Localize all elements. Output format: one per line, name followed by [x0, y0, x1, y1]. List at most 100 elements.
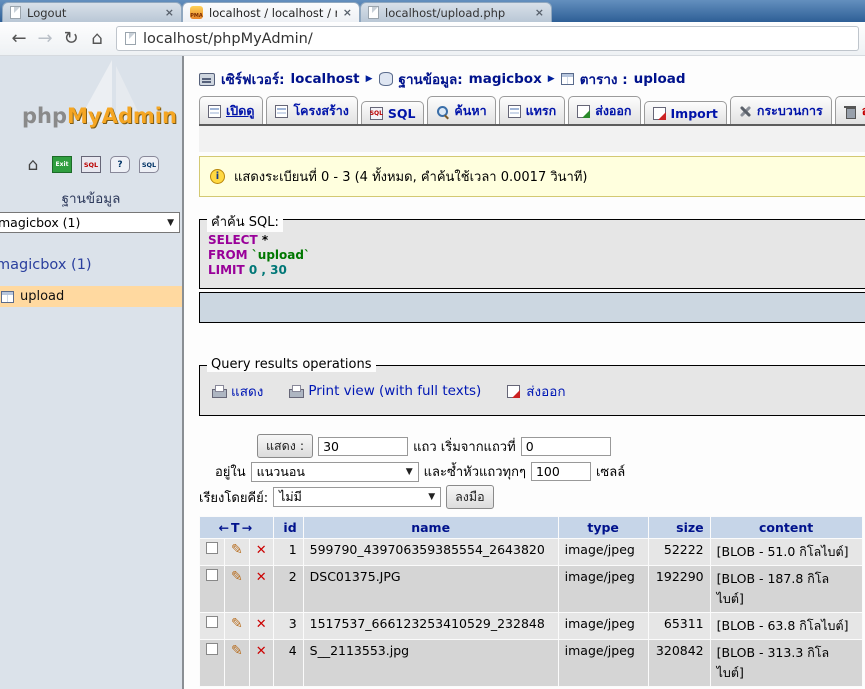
pma-logo: phpMyAdmin — [0, 56, 182, 144]
tab-operations[interactable]: กระบวนการ — [730, 96, 832, 124]
server-icon — [199, 73, 215, 86]
chevron-down-icon: ▼ — [428, 492, 435, 502]
chevron-down-icon: ▼ — [406, 467, 413, 477]
tab-empty[interactable]: ลบข้อมูล — [835, 96, 865, 124]
rows-label: แถว เริ่มจากแถวที่ — [413, 436, 516, 457]
result-info-message: i แสดงระเบียนที่ 0 - 3 (4 ทั้งหมด, คำค้น… — [199, 156, 865, 197]
sort-row: เรียงโดยคีย์: ไม่มี ▼ ลงมือ — [199, 485, 865, 509]
row-checkbox[interactable] — [206, 542, 218, 554]
tab-search[interactable]: ค้นหา — [427, 96, 495, 124]
breadcrumb-separator-icon: ▶ — [548, 74, 555, 84]
edit-icon[interactable]: ✎ — [231, 616, 243, 632]
browser-tab-phpmyadmin[interactable]: PMA localhost / localhost / ma × — [182, 2, 360, 22]
query-ops-legend: Query results operations — [207, 357, 376, 372]
breadcrumb-db-value[interactable]: magicbox — [469, 71, 542, 87]
insert-icon — [508, 105, 521, 118]
forward-icon[interactable]: → — [32, 28, 58, 49]
tab-title: localhost / localhost / ma — [209, 6, 337, 20]
delete-icon[interactable]: ✕ — [256, 644, 267, 659]
database-select[interactable]: magicbox (1) ▼ — [0, 212, 180, 233]
pma-favicon: PMA — [190, 6, 203, 19]
delete-icon[interactable]: ✕ — [256, 543, 267, 558]
mode-select[interactable]: แนวนอน ▼ — [251, 462, 419, 482]
sort-key-select[interactable]: ไม่มี ▼ — [273, 487, 441, 507]
logo-myadmin: MyAdmin — [67, 104, 177, 128]
print-fulltext-link[interactable]: Print view (with full texts) — [289, 383, 481, 399]
printer-icon — [212, 385, 225, 398]
close-icon[interactable]: × — [343, 6, 352, 19]
row-checkbox[interactable] — [206, 616, 218, 628]
address-bar[interactable]: localhost/phpMyAdmin/ — [116, 26, 859, 51]
home-icon[interactable]: ⌂ — [23, 156, 43, 173]
tab-sql[interactable]: SQL SQL — [361, 101, 425, 124]
rows-count-input[interactable] — [318, 437, 408, 456]
query-history-icon[interactable]: SQL — [139, 156, 159, 173]
pagination-row-top: แสดง : แถว เริ่มจากแถวที่ — [257, 434, 865, 458]
table-row: ✎ ✕ 3 1517537_666123253410529_232848 ima… — [200, 613, 863, 640]
row-checkbox[interactable] — [206, 643, 218, 655]
edit-icon[interactable]: ✎ — [231, 542, 243, 558]
sidebar-table-upload[interactable]: upload — [0, 286, 182, 307]
back-icon[interactable]: ← — [6, 28, 32, 49]
close-icon[interactable]: × — [165, 6, 174, 19]
repeat-label: และซ้ำหัวแถวทุกๆ — [424, 461, 526, 482]
show-button[interactable]: แสดง : — [257, 434, 313, 458]
search-icon — [436, 105, 449, 118]
col-name[interactable]: name — [303, 517, 558, 539]
col-type[interactable]: type — [558, 517, 648, 539]
start-row-input[interactable] — [521, 437, 611, 456]
export-link[interactable]: ส่งออก — [507, 380, 565, 402]
tab-insert[interactable]: แทรก — [499, 96, 566, 124]
sort-label: เรียงโดยคีย์: — [199, 487, 268, 508]
tab-export[interactable]: ส่งออก — [568, 96, 640, 124]
browser-toolbar: ← → ↻ ⌂ localhost/phpMyAdmin/ — [0, 22, 865, 56]
go-button[interactable]: ลงมือ — [446, 485, 494, 509]
breadcrumb-server-value[interactable]: localhost — [291, 71, 360, 87]
table-row: ✎ ✕ 1 599790_439706359385554_2643820 ima… — [200, 539, 863, 566]
reload-icon[interactable]: ↻ — [58, 28, 84, 49]
printer-icon — [289, 385, 302, 398]
table-row: ✎ ✕ 2 DSC01375.JPG image/jpeg 192290 [BL… — [200, 566, 863, 613]
edit-icon[interactable]: ✎ — [231, 569, 243, 585]
print-link[interactable]: แสดง — [212, 380, 263, 402]
sql-line-2: FROM `upload` — [208, 248, 865, 263]
export-icon — [507, 385, 520, 398]
col-id[interactable]: id — [273, 517, 303, 539]
database-section-label: ฐานข้อมูล — [0, 187, 182, 209]
table-name: upload — [20, 289, 64, 304]
help-icon[interactable]: ? — [110, 156, 130, 173]
database-select-value: magicbox (1) — [0, 215, 80, 230]
tab-title: localhost/upload.php — [385, 6, 529, 20]
sql-line-3: LIMIT 0 , 30 — [208, 263, 865, 278]
row-checkbox[interactable] — [206, 569, 218, 581]
logo-php: php — [22, 104, 67, 128]
database-link[interactable]: magicbox (1) — [0, 257, 182, 273]
edit-icon[interactable]: ✎ — [231, 643, 243, 659]
breadcrumb-server-label: เซิร์ฟเวอร์: — [221, 68, 285, 90]
browser-tab-logout[interactable]: Logout × — [2, 2, 182, 22]
col-content[interactable]: content — [710, 517, 862, 539]
sql-line-1: SELECT * — [208, 233, 865, 248]
home-icon[interactable]: ⌂ — [84, 28, 110, 49]
tab-import[interactable]: Import — [644, 101, 727, 124]
pma-tab-bar: เปิดดู โครงสร้าง SQL SQL ค้นหา แทรก — [199, 96, 865, 126]
table-row: ✎ ✕ 4 S__2113553.jpg image/jpeg 320842 [… — [200, 640, 863, 687]
repeat-headers-input[interactable] — [531, 462, 591, 481]
mode-label: อยู่ใน — [215, 461, 246, 482]
mode-row-top: อยู่ใน แนวนอน ▼ และซ้ำหัวแถวทุกๆ เซลล์ — [215, 461, 865, 482]
cells-label: เซลล์ — [596, 461, 625, 482]
col-size[interactable]: size — [648, 517, 710, 539]
browser-tab-upload[interactable]: localhost/upload.php × — [360, 2, 552, 22]
page-icon — [125, 32, 136, 45]
close-icon[interactable]: × — [535, 6, 544, 19]
url-text: localhost/phpMyAdmin/ — [143, 31, 313, 47]
delete-icon[interactable]: ✕ — [256, 570, 267, 585]
sql-window-icon[interactable]: SQL — [81, 156, 101, 173]
exit-icon[interactable]: Exit — [52, 156, 72, 173]
tab-structure[interactable]: โครงสร้าง — [266, 96, 357, 124]
table-icon — [561, 73, 574, 85]
tab-browse[interactable]: เปิดดู — [199, 96, 263, 124]
delete-icon[interactable]: ✕ — [256, 617, 267, 632]
trash-icon — [844, 105, 857, 118]
breadcrumb-table-value[interactable]: upload — [634, 71, 686, 87]
